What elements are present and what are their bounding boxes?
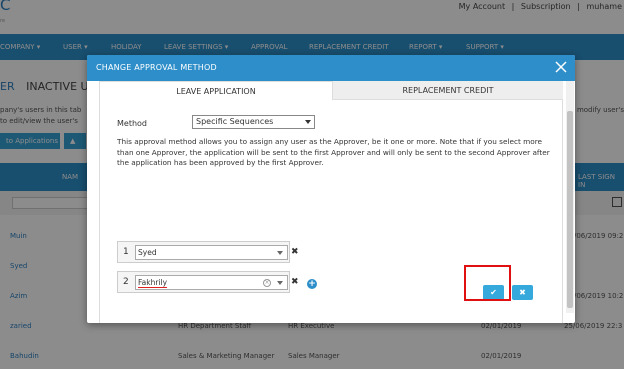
tab-replacement-credit[interactable]: REPLACEMENT CREDIT bbox=[333, 81, 563, 100]
highlight-box bbox=[464, 265, 511, 301]
chevron-down-icon bbox=[305, 120, 311, 124]
scrollbar-thumb[interactable] bbox=[567, 111, 573, 308]
approver-number: 2 bbox=[123, 277, 129, 287]
approver-row-1: 1 Syed bbox=[117, 241, 290, 263]
clear-icon[interactable]: × bbox=[263, 279, 271, 287]
cancel-button[interactable]: ✖ bbox=[512, 285, 533, 300]
remove-approver-2-icon[interactable]: ✖ bbox=[291, 277, 299, 287]
add-approver-icon[interactable]: + bbox=[307, 279, 317, 289]
approver-number: 1 bbox=[123, 247, 129, 257]
chevron-down-icon bbox=[277, 251, 283, 255]
method-label: Method bbox=[117, 119, 148, 128]
approver-select-1[interactable]: Syed bbox=[135, 245, 288, 260]
method-value: Specific Sequences bbox=[196, 117, 274, 126]
tab-leave-application[interactable]: LEAVE APPLICATION bbox=[99, 81, 333, 100]
approver-row-2: 2 Fakhrily × bbox=[117, 271, 290, 293]
dialog-tabs: LEAVE APPLICATION REPLACEMENT CREDIT bbox=[99, 81, 563, 100]
close-icon[interactable] bbox=[554, 60, 568, 74]
approver-select-2[interactable]: Fakhrily × bbox=[135, 275, 288, 290]
method-select[interactable]: Specific Sequences bbox=[192, 115, 315, 129]
method-description: This approval method allows you to assig… bbox=[117, 137, 550, 167]
chevron-down-icon bbox=[277, 281, 283, 285]
dialog-title: CHANGE APPROVAL METHOD bbox=[87, 55, 575, 81]
remove-approver-1-icon[interactable]: ✖ bbox=[291, 247, 299, 257]
